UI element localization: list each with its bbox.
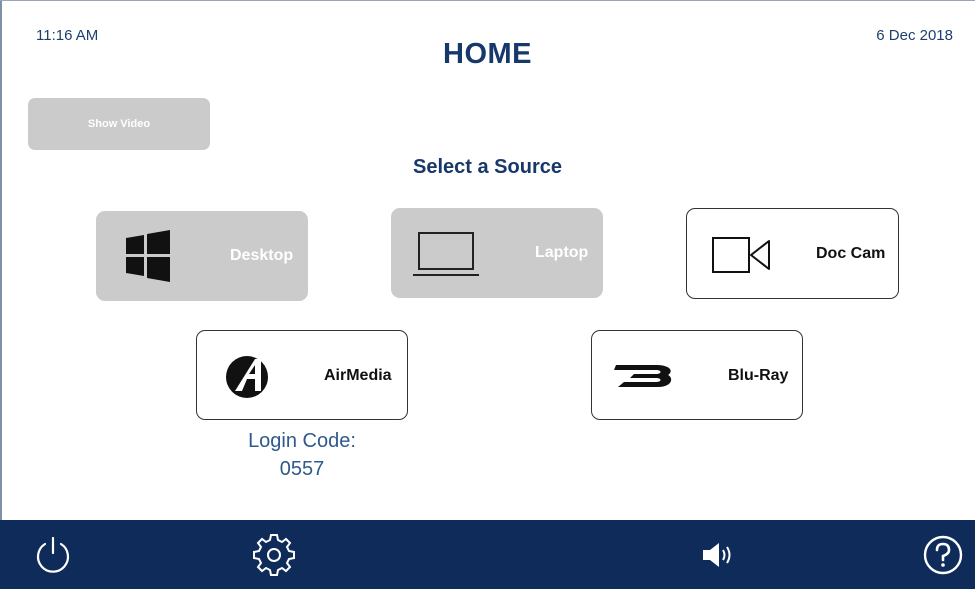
page-title: HOME	[443, 38, 532, 70]
select-source-heading: Select a Source	[413, 156, 562, 178]
gear-icon[interactable]	[253, 534, 295, 576]
volume-icon[interactable]	[697, 534, 739, 576]
source-airmedia-button[interactable]: AirMedia	[196, 330, 408, 420]
airmedia-login-label: Login Code:	[248, 430, 356, 452]
source-laptop-button[interactable]: Laptop	[391, 208, 603, 298]
laptop-icon	[413, 232, 479, 276]
airmedia-login-code: 0557	[279, 458, 325, 480]
show-video-button[interactable]: Show Video	[28, 98, 210, 150]
source-airmedia-label: AirMedia	[324, 367, 392, 384]
source-desktop-button[interactable]: Desktop	[96, 211, 308, 301]
video-camera-icon	[712, 237, 770, 273]
bottom-bar	[0, 520, 975, 589]
windows-icon	[126, 230, 170, 282]
source-laptop-label: Laptop	[535, 244, 589, 261]
source-doc-cam-label: Doc Cam	[816, 245, 886, 262]
blu-ray-icon	[614, 365, 672, 387]
airmedia-icon	[226, 356, 268, 398]
source-blu-ray-label: Blu-Ray	[728, 367, 789, 384]
screen-border-top	[0, 0, 975, 1]
source-blu-ray-button[interactable]: Blu-Ray	[591, 330, 803, 420]
help-icon[interactable]	[922, 534, 964, 576]
source-desktop-label: Desktop	[230, 247, 294, 264]
touch-panel-screen: 11:16 AM 6 Dec 2018 HOME Show Video Sele…	[0, 0, 975, 589]
screen-border-left	[0, 0, 2, 520]
source-doc-cam-button[interactable]: Doc Cam	[686, 208, 899, 299]
power-icon[interactable]	[32, 534, 74, 576]
